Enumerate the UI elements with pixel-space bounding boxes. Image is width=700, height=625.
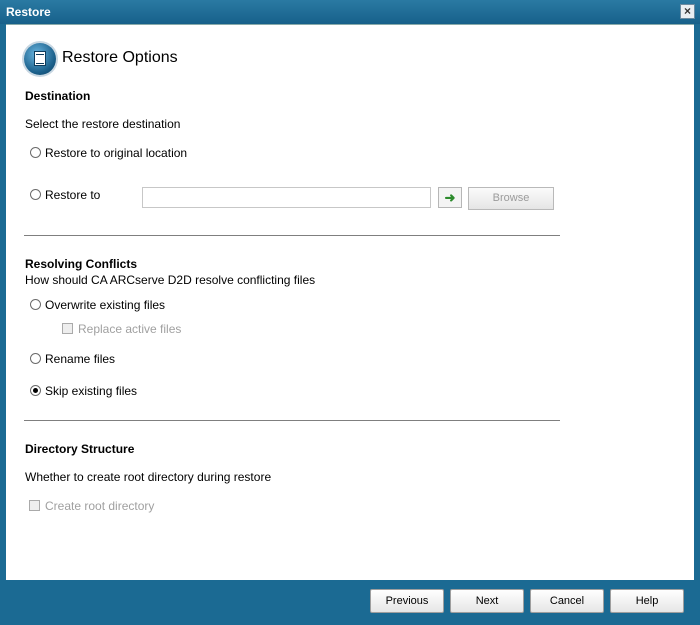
directory-title: Directory Structure <box>25 442 135 456</box>
conflicts-title: Resolving Conflicts <box>25 257 138 271</box>
destination-subtitle: Select the restore destination <box>25 117 181 131</box>
create-root-label: Create root directory <box>45 499 155 513</box>
directory-subtitle: Whether to create root directory during … <box>25 470 272 484</box>
section-divider <box>24 420 560 421</box>
previous-button[interactable]: Previous <box>370 589 444 613</box>
browse-button[interactable]: Browse <box>468 187 554 210</box>
restore-original-label[interactable]: Restore to original location <box>45 146 187 160</box>
help-button[interactable]: Help <box>610 589 684 613</box>
window-title: Restore <box>6 5 51 19</box>
restore-original-radio[interactable] <box>30 147 41 158</box>
rename-radio[interactable] <box>30 353 41 364</box>
footer-bar: Previous Next Cancel Help <box>6 580 694 622</box>
skip-existing-radio[interactable] <box>30 385 41 396</box>
restore-options-icon <box>24 43 56 75</box>
restore-window: Restore × Restore Options Destination Se… <box>0 0 700 625</box>
destination-title: Destination <box>25 89 91 103</box>
create-root-checkbox[interactable] <box>29 500 40 511</box>
restore-path-input[interactable] <box>142 187 431 208</box>
conflicts-subtitle: How should CA ARCserve D2D resolve confl… <box>25 273 316 287</box>
cancel-button[interactable]: Cancel <box>530 589 604 613</box>
page-title: Restore Options <box>62 49 178 66</box>
skip-existing-label[interactable]: Skip existing files <box>45 384 137 398</box>
next-button[interactable]: Next <box>450 589 524 613</box>
go-arrow-icon[interactable]: ➜ <box>438 187 462 208</box>
title-bar[interactable]: Restore × <box>0 0 700 24</box>
restore-to-label[interactable]: Restore to <box>45 188 100 202</box>
overwrite-radio[interactable] <box>30 299 41 310</box>
replace-active-checkbox[interactable] <box>62 323 73 334</box>
close-icon[interactable]: × <box>680 4 695 19</box>
replace-active-label: Replace active files <box>78 322 182 336</box>
restore-options-panel: Restore Options Destination Select the r… <box>6 24 694 581</box>
overwrite-label[interactable]: Overwrite existing files <box>45 298 165 312</box>
rename-label[interactable]: Rename files <box>45 352 115 366</box>
restore-to-radio[interactable] <box>30 189 41 200</box>
section-divider <box>24 235 560 236</box>
